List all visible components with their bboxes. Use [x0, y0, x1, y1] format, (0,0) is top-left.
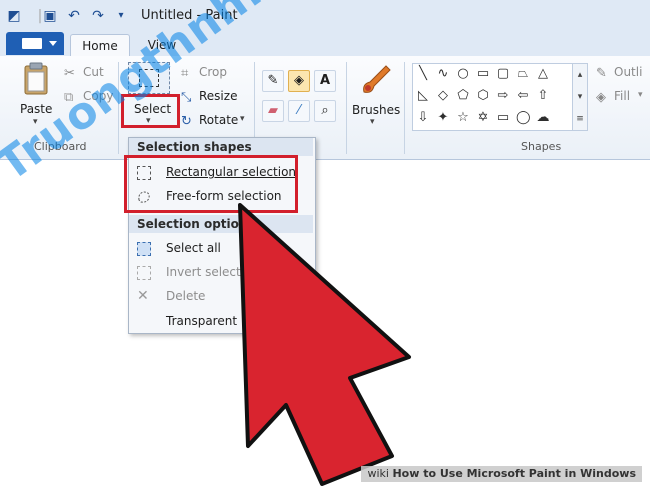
red-arrow-icon [238, 203, 411, 486]
footer-title: How to Use Microsoft Paint in Windows [392, 467, 636, 480]
footer-prefix: wiki [367, 467, 389, 480]
footer-caption: wiki How to Use Microsoft Paint in Windo… [361, 466, 642, 482]
